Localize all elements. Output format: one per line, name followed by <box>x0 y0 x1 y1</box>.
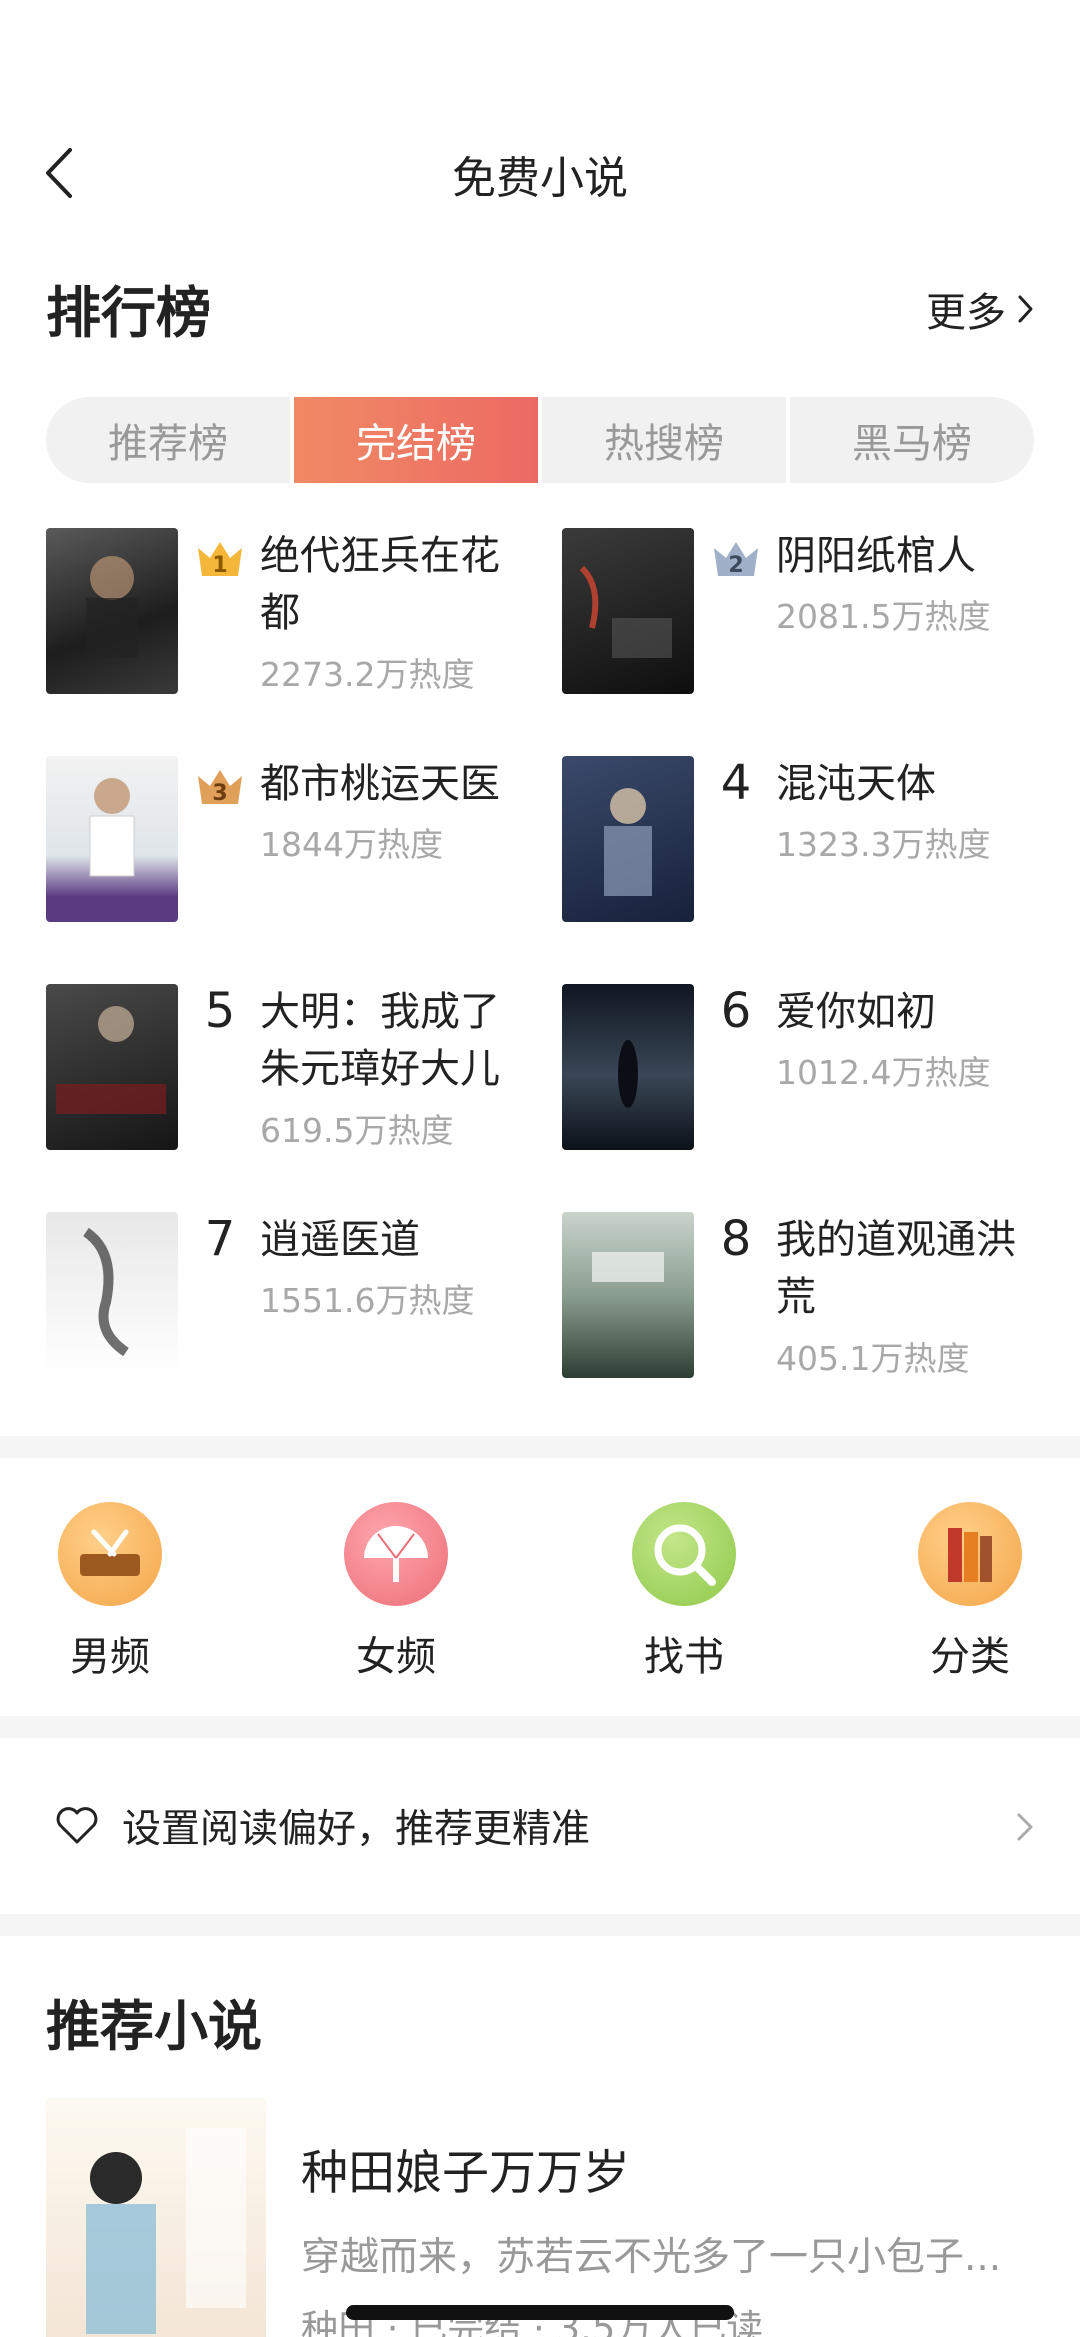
book-title: 大明：我成了朱元璋好大儿 <box>260 989 500 1092</box>
drum-icon <box>58 1502 162 1606</box>
book-cover <box>46 984 178 1150</box>
preference-text: 设置阅读偏好，推荐更精准 <box>122 1807 591 1852</box>
svg-text:3: 3 <box>212 781 227 806</box>
rank-number: 8 <box>720 1211 752 1267</box>
tab-recommend[interactable]: 推荐榜 <box>46 397 294 483</box>
magnifier-icon <box>632 1502 736 1606</box>
tab-completed[interactable]: 完结榜 <box>294 397 542 483</box>
top-nav: 免费小说 <box>0 120 1080 225</box>
home-indicator <box>346 2305 734 2320</box>
ranking-item[interactable]: 8 我的道观通洪荒 405.1万热度 <box>562 1212 1042 1382</box>
section-divider <box>0 1436 1080 1458</box>
recommend-title: 推荐小说 <box>46 1995 262 2058</box>
rank-badge-silver-icon: 2 <box>714 542 758 578</box>
cover-art <box>604 788 652 896</box>
channel-label: 找书 <box>644 1634 724 1680</box>
channel-male[interactable]: 男频 <box>30 1502 190 1682</box>
chevron-right-icon <box>1017 1813 1033 1841</box>
recommend-book-item[interactable]: 种田娘子万万岁 穿越而来，苏若云不光多了一只小包子... 种田 · 已完结 · … <box>46 2098 1046 2337</box>
heat-count: 1844万热度 <box>260 825 443 864</box>
heat-count: 1012.4万热度 <box>776 1053 991 1092</box>
tab-dark-horse[interactable]: 黑马榜 <box>790 397 1034 483</box>
chevron-right-icon <box>1018 295 1033 323</box>
rank-number: 6 <box>720 983 752 1039</box>
channel-find-book[interactable]: 找书 <box>604 1502 764 1682</box>
tab-hot-search[interactable]: 热搜榜 <box>542 397 790 483</box>
channel-label: 男频 <box>70 1634 150 1680</box>
cover-art <box>89 778 135 877</box>
channel-female[interactable]: 女频 <box>316 1502 476 1682</box>
book-title: 混沌天体 <box>776 761 936 807</box>
ranking-item[interactable]: 6 爱你如初 1012.4万热度 <box>562 984 1042 1154</box>
svg-text:1: 1 <box>212 553 227 578</box>
channel-category[interactable]: 分类 <box>890 1502 1050 1682</box>
rank-badge-gold-icon: 1 <box>198 542 242 578</box>
book-title: 爱你如初 <box>776 989 936 1035</box>
ranking-item[interactable]: 3 都市桃运天医 1844万热度 <box>46 756 526 926</box>
fan-icon <box>344 1502 448 1606</box>
book-cover <box>562 984 694 1150</box>
book-title: 都市桃运天医 <box>260 761 500 807</box>
book-description: 穿越而来，苏若云不光多了一只小包子... <box>301 2235 1002 2280</box>
book-cover <box>46 1212 178 1378</box>
cover-art <box>56 1006 166 1114</box>
channel-label: 分类 <box>930 1634 1010 1680</box>
ranking-title: 排行榜 <box>46 281 212 345</box>
rank-number: 7 <box>204 1211 236 1267</box>
book-title: 绝代狂兵在花都 <box>260 533 500 636</box>
svg-text:2: 2 <box>728 553 743 578</box>
book-cover <box>562 1212 694 1378</box>
ranking-item[interactable]: 5 大明：我成了朱元璋好大儿 619.5万热度 <box>46 984 526 1154</box>
book-cover <box>562 528 694 694</box>
heat-count: 405.1万热度 <box>776 1339 970 1378</box>
book-title: 逍遥医道 <box>260 1217 420 1263</box>
book-cover <box>562 756 694 922</box>
book-title: 阴阳纸棺人 <box>776 533 976 579</box>
book-title: 我的道观通洪荒 <box>776 1217 1016 1320</box>
heat-count: 619.5万热度 <box>260 1111 454 1150</box>
reading-preference-row[interactable]: 设置阅读偏好，推荐更精准 <box>0 1730 1080 1920</box>
more-button[interactable]: 更多 <box>926 280 1034 338</box>
book-cover <box>46 2098 266 2337</box>
book-cover <box>46 756 178 922</box>
books-icon <box>918 1502 1022 1606</box>
book-title: 种田娘子万万岁 <box>301 2146 630 2201</box>
heart-icon <box>56 1807 98 1844</box>
rank-badge-bronze-icon: 3 <box>198 770 242 806</box>
ranking-tabs: 推荐榜 完结榜 热搜榜 黑马榜 <box>46 397 1034 483</box>
heat-count: 1551.6万热度 <box>260 1281 475 1320</box>
ranking-item[interactable]: 7 逍遥医道 1551.6万热度 <box>46 1212 526 1382</box>
heat-count: 1323.3万热度 <box>776 825 991 864</box>
ranking-item[interactable]: 1 绝代狂兵在花都 2273.2万热度 <box>46 528 526 698</box>
channel-shortcuts: 男频 女频 找书 分类 <box>0 1480 1080 1712</box>
cover-art <box>618 1040 638 1108</box>
rank-number: 5 <box>204 983 236 1039</box>
heat-count: 2081.5万热度 <box>776 597 991 636</box>
heat-count: 2273.2万热度 <box>260 655 475 694</box>
ranking-item[interactable]: 2 阴阳纸棺人 2081.5万热度 <box>562 528 1042 698</box>
page-title: 免费小说 <box>452 153 628 204</box>
ranking-item[interactable]: 4 混沌天体 1323.3万热度 <box>562 756 1042 926</box>
channel-label: 女频 <box>356 1634 436 1680</box>
book-cover <box>46 528 178 694</box>
cover-art <box>592 1252 664 1282</box>
section-divider <box>0 1914 1080 1936</box>
cover-art <box>86 556 138 658</box>
cover-art <box>83 1227 129 1357</box>
ranking-header: 排行榜 更多 <box>46 262 1034 345</box>
cover-art <box>579 565 672 658</box>
rank-number: 4 <box>720 755 752 811</box>
more-label: 更多 <box>926 290 1006 336</box>
